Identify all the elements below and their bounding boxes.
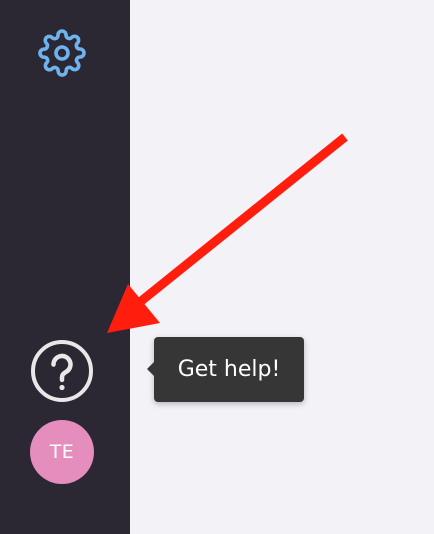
settings-button[interactable] [37, 28, 87, 78]
annotation-arrow-shaft [137, 133, 348, 306]
question-circle-icon [31, 340, 93, 402]
help-button[interactable] [30, 339, 94, 403]
gear-icon [38, 29, 86, 77]
sidebar: TE [0, 0, 130, 534]
tooltip-text: Get help! [177, 357, 281, 382]
app-window: TE Get help! [0, 0, 434, 534]
help-tooltip: Get help! [147, 337, 304, 402]
user-avatar[interactable]: TE [30, 420, 94, 484]
avatar-initials: TE [49, 441, 75, 463]
